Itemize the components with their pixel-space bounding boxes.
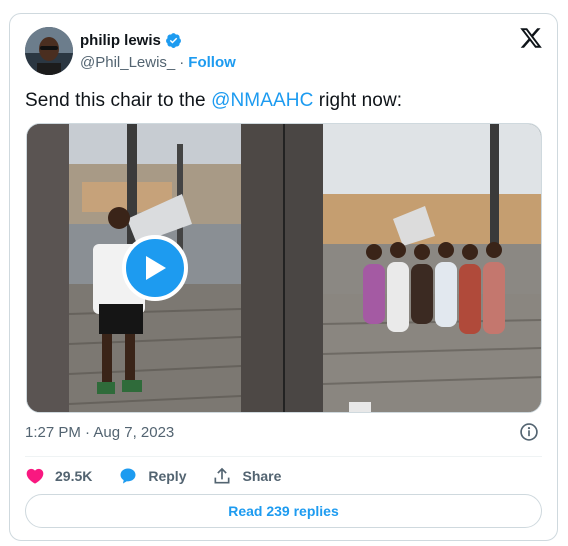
reply-bubble-icon: [120, 468, 136, 484]
video-media[interactable]: [26, 123, 542, 413]
x-logo-icon[interactable]: [519, 26, 543, 50]
follow-button[interactable]: Follow: [188, 54, 236, 71]
play-icon: [146, 256, 166, 280]
share-label: Share: [242, 468, 282, 484]
verified-badge-icon: [165, 33, 181, 48]
tweet-timestamp[interactable]: 1:27 PM · Aug 7, 2023: [25, 424, 174, 441]
mention-link[interactable]: @NMAAHC: [211, 90, 313, 111]
author-display-name[interactable]: philip lewis: [80, 32, 161, 49]
share-button[interactable]: Share: [212, 466, 281, 486]
reply-label: Reply: [148, 468, 187, 484]
action-bar: 29.5K Reply Share: [25, 464, 307, 488]
play-button[interactable]: [122, 235, 188, 301]
tweet-card: philip lewis @Phil_Lewis_ · Follow Send …: [9, 13, 558, 541]
avatar[interactable]: [25, 27, 73, 75]
tweet-text-part: right now:: [313, 90, 403, 111]
tweet-text-part: Send this chair to the: [25, 90, 212, 111]
video-frame-right: [285, 124, 541, 412]
like-count: 29.5K: [55, 468, 93, 484]
divider: [25, 456, 542, 457]
read-replies-button[interactable]: Read 239 replies: [25, 494, 542, 528]
separator-dot: ·: [179, 54, 185, 71]
like-button[interactable]: 29.5K: [25, 466, 92, 486]
reply-button[interactable]: Reply: [118, 466, 186, 486]
share-icon: [214, 467, 230, 484]
author-handle[interactable]: @Phil_Lewis_: [80, 54, 175, 71]
heart-icon: [26, 468, 44, 484]
tweet-text: Send this chair to the @NMAAHC right now…: [25, 90, 402, 112]
info-icon[interactable]: [519, 422, 539, 442]
